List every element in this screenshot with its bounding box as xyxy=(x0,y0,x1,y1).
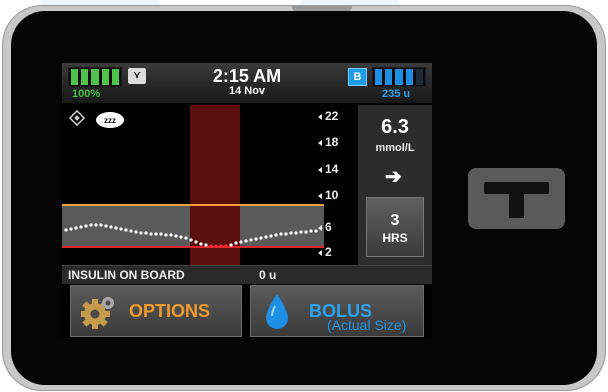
iob-label: INSULIN ON BOARD xyxy=(68,268,185,282)
y-tick-18: 18 xyxy=(318,135,338,149)
y-tick-14: 14 xyxy=(318,162,338,176)
cgm-reading-panel: 6.3 mmol/L ➔ 3 HRS xyxy=(358,105,432,265)
cartridge-icon xyxy=(372,67,426,87)
y-tick-6: 6 xyxy=(318,220,332,234)
y-tick-22: 22 xyxy=(318,109,338,123)
y-tick-2: 2 xyxy=(318,245,332,259)
sleep-icon: zzz xyxy=(96,112,124,128)
t-logo-icon xyxy=(484,182,549,194)
screen-on-button[interactable] xyxy=(468,168,565,229)
iob-value: 0 u xyxy=(259,268,277,282)
right-arrow-icon: ➔ xyxy=(385,166,402,188)
y-tick-10: 10 xyxy=(318,188,338,202)
options-label: OPTIONS xyxy=(129,301,211,321)
glucose-value: 6.3 xyxy=(381,116,409,138)
t-logo-stem xyxy=(509,194,524,218)
size-caption: (Actual Size) xyxy=(327,317,407,333)
insulin-on-board-bar: INSULIN ON BOARD 0 u xyxy=(62,265,432,284)
graph-y-axis: 22 18 14 10 6 2 xyxy=(316,105,358,265)
gear-icon xyxy=(81,297,114,329)
bolus-status-badge: B xyxy=(348,68,367,86)
pump-screen: 100% ⋎ 2:15 AM 14 Nov B 235 u zzz 22 18 … xyxy=(62,63,432,338)
options-button[interactable]: OPTIONS xyxy=(70,285,242,337)
svg-text:zzz: zzz xyxy=(104,116,116,125)
graph-hours-button[interactable]: 3 HRS xyxy=(366,197,424,257)
cgm-graph[interactable]: zzz xyxy=(62,105,324,265)
status-bar: 100% ⋎ 2:15 AM 14 Nov B 235 u xyxy=(62,63,432,103)
suspend-band xyxy=(190,105,240,265)
insulin-remaining: 235 u xyxy=(382,88,411,100)
hours-value: 3 xyxy=(390,212,400,229)
insulin-drop-icon xyxy=(266,294,288,329)
glucose-unit: mmol/L xyxy=(375,142,415,154)
hours-label: HRS xyxy=(382,231,408,245)
